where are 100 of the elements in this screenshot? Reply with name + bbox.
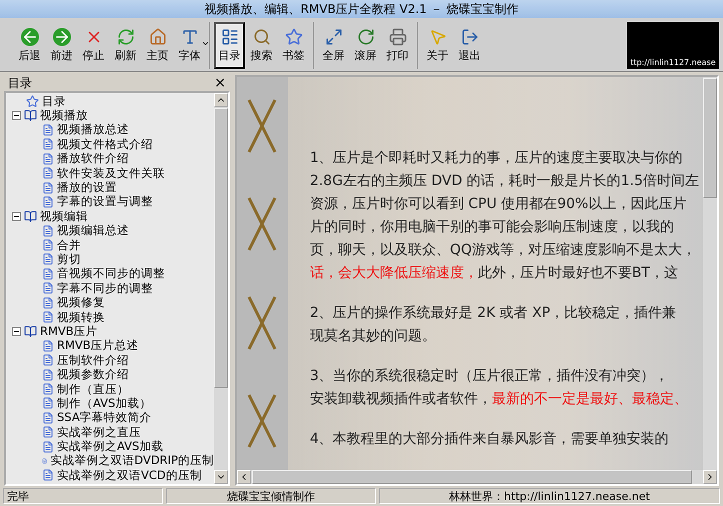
text-line: 4、本教程里的大部分插件来自暴风影音，需要单独安装的 <box>310 430 670 449</box>
horizontal-scrollbar[interactable] <box>237 470 717 484</box>
tree-item[interactable]: 制作（AVS加载） <box>57 396 152 411</box>
pointer-icon <box>428 28 446 46</box>
book-icon <box>24 210 37 223</box>
toolbar-button[interactable]: 刷新 <box>110 22 141 69</box>
logo-url: ttp://linlin1127.nease <box>630 58 716 67</box>
font-icon <box>180 28 198 46</box>
tree-item[interactable]: 视频编辑 <box>40 208 88 224</box>
text-line: 话，会大大降低压缩速度，此外，压片时最好也不要BT，这 <box>310 264 679 283</box>
page-icon <box>42 167 54 180</box>
tree-item[interactable]: 播放的设置 <box>57 180 117 196</box>
book-icon <box>24 109 37 122</box>
star-icon <box>26 94 39 108</box>
tree-item[interactable]: RMVB压片总述 <box>57 338 139 354</box>
page-icon <box>42 282 54 294</box>
page-icon <box>42 182 54 194</box>
page-icon <box>42 354 54 366</box>
toolbar-button[interactable]: 停止 <box>78 22 109 69</box>
page-icon <box>42 469 54 482</box>
tree-item[interactable]: 音视频不同步的调整 <box>57 266 165 282</box>
text-line: 现莫名其妙的问题。 <box>310 327 437 346</box>
tree-item[interactable]: SSA字幕特效简介 <box>57 410 152 426</box>
status-text: 林林世界：http://linlin1127.nease.net <box>379 488 720 504</box>
text-line: 2、压片的操作系统最好是 2K 或者 XP，比较稳定，插件兼 <box>310 304 678 323</box>
contents-icon <box>220 28 238 46</box>
tree-item[interactable]: 压制软件介绍 <box>57 352 129 368</box>
exit-icon <box>460 28 478 46</box>
status-text: 烧碟宝宝倾情制作 <box>166 488 376 504</box>
scrollbar[interactable] <box>214 93 228 484</box>
toolbar-button[interactable]: 全屏 <box>318 22 349 69</box>
toolbar-button[interactable]: 打印 <box>382 22 413 69</box>
tree-item[interactable]: 视频播放 <box>40 108 88 124</box>
page-icon <box>42 426 54 438</box>
tree-item[interactable]: 实战举例之直压 <box>57 424 141 440</box>
text-line: 安装卸载视频插件或者软件，最新的不一定是最好、最稳定、 <box>310 390 689 409</box>
fullscreen-icon <box>324 28 342 46</box>
page-icon <box>42 397 54 410</box>
page-icon <box>42 383 54 395</box>
window-title: 视频播放、编辑、RMVB压片全教程 V2.1 － 烧碟宝宝制作 <box>204 0 518 18</box>
text-line: 页，聊天，以及联众、QQ游戏等，对压缩速度影响不是太大， <box>310 241 697 260</box>
tree-item[interactable]: 制作（直压） <box>57 382 129 397</box>
text-line: 2.8G左右的主频压 DVD 的话，耗时一般是片长的1.5倍时间左 <box>310 172 699 191</box>
page-icon <box>42 138 54 150</box>
tree-item[interactable]: 字幕的设置与调整 <box>57 194 153 210</box>
page-icon <box>42 253 54 266</box>
star-icon <box>284 28 302 46</box>
toolbar-button[interactable]: 后退 <box>14 22 45 69</box>
page-icon <box>42 340 54 352</box>
toolbar-button[interactable]: 字体 <box>174 22 205 69</box>
page-icon <box>42 268 54 280</box>
text-line: 3、当你的系统很稳定时（压片很正常，插件没有冲突）， <box>310 367 670 386</box>
collapse-toggle-icon[interactable] <box>12 326 21 336</box>
page-icon <box>42 196 54 208</box>
tree-item[interactable]: RMVB压片 <box>40 324 98 339</box>
refresh-icon <box>116 28 134 46</box>
text-line: 资源，压片时你可以看到 CPU 使用都在90%以上，因此压片 <box>310 195 688 214</box>
tree-item[interactable]: 播放软件介绍 <box>57 151 129 166</box>
page-icon <box>42 152 54 165</box>
home-icon <box>148 28 166 46</box>
book-icon <box>24 324 37 338</box>
tree-item[interactable]: 视频播放总述 <box>57 122 129 138</box>
tree-item[interactable]: 实战举例之双语VCD的压制 <box>57 468 202 483</box>
tree-item[interactable]: 字幕不同步的调整 <box>57 280 153 296</box>
tree-item[interactable]: 目录 <box>42 94 66 109</box>
scroll-right-button[interactable] <box>703 470 717 484</box>
scroll-down-button[interactable] <box>214 470 228 484</box>
page-icon <box>42 440 54 453</box>
scroll-icon <box>356 28 374 46</box>
toolbar-button[interactable]: 前进 <box>46 22 77 69</box>
text-line: 1、压片是个即耗时又耗力的事，压片的速度主要取决与你的 <box>310 149 684 168</box>
text-line: 片的同时，你用电脑干别的事可能会影响压制速度，以我的 <box>310 218 675 237</box>
toolbar-button[interactable]: 主页 <box>142 22 173 69</box>
collapse-toggle-icon[interactable] <box>12 212 21 221</box>
status-text: 完毕 <box>3 488 163 504</box>
page-icon <box>42 124 54 136</box>
toolbar-button[interactable]: 滚屏 <box>350 22 381 69</box>
tree-item[interactable]: 视频修复 <box>57 295 105 310</box>
toolbar-button[interactable]: 搜索 <box>246 22 277 69</box>
tree-item[interactable]: 合并 <box>57 238 81 253</box>
close-button[interactable]: × <box>214 76 226 90</box>
tree-item[interactable]: 实战举例之双语DVDRIP的压制 <box>50 453 214 468</box>
tree-item[interactable]: 视频参数介绍 <box>57 367 129 382</box>
scrollbar[interactable] <box>703 77 717 470</box>
page-icon <box>42 239 54 252</box>
tree-item[interactable]: 剪切 <box>57 252 81 267</box>
tree-item[interactable]: 视频编辑总述 <box>57 223 129 238</box>
page-icon <box>42 368 54 381</box>
toolbar-button[interactable]: 退出 <box>454 22 485 69</box>
toolbar-button[interactable]: 书签 <box>278 22 309 69</box>
tree-item[interactable]: 软件安装及文件关联 <box>57 166 165 181</box>
tree-item[interactable]: 实战举例之AVS加载 <box>57 439 164 454</box>
toolbar-button[interactable]: 关于 <box>422 22 453 69</box>
tree-item[interactable]: 视频转换 <box>57 310 105 325</box>
tree-item[interactable]: 视频文件格式介绍 <box>57 136 153 152</box>
scroll-left-button[interactable] <box>237 470 251 484</box>
collapse-toggle-icon[interactable] <box>12 111 21 120</box>
toolbar-button[interactable]: 目录 <box>214 22 245 69</box>
scroll-up-button[interactable] <box>214 93 228 107</box>
page-icon <box>42 296 54 309</box>
